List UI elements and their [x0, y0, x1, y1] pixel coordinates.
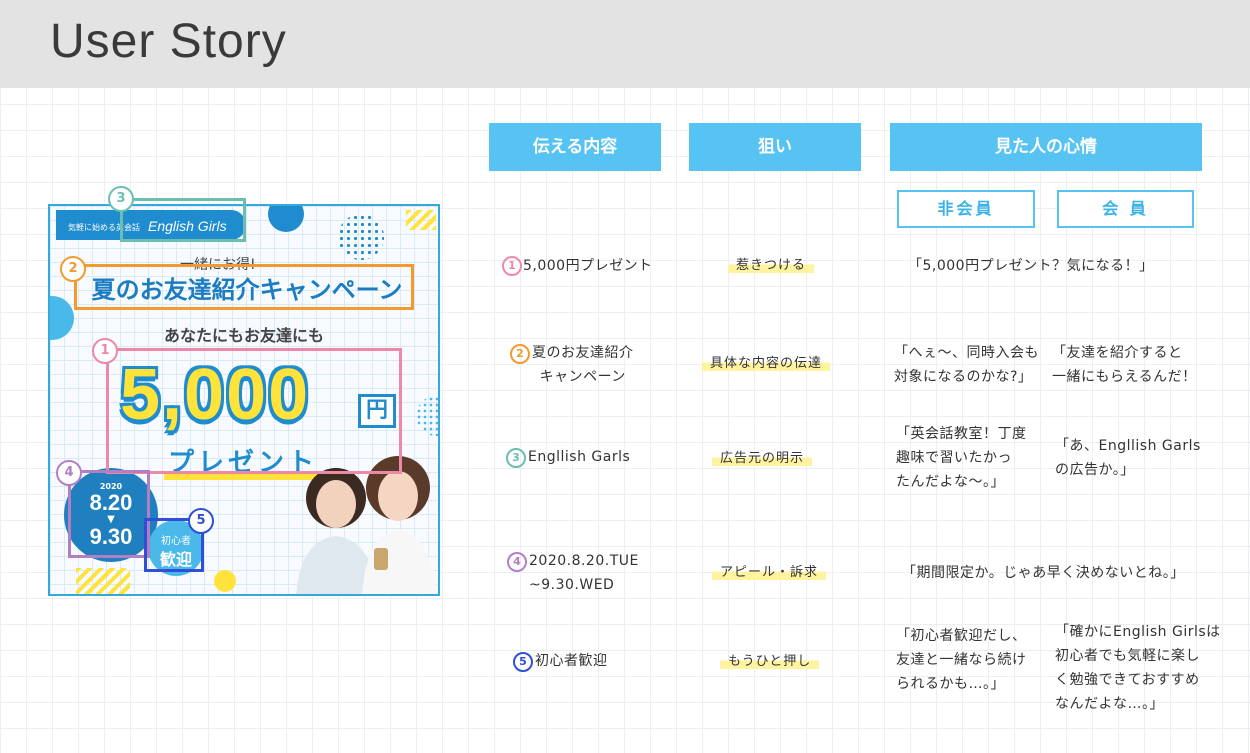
row-5-aim: もうひと押し [720, 650, 820, 669]
decor-stripes [406, 210, 436, 230]
row-3-non-member: 「英会話教室！丁度 趣味で習いたかっ たんだよな〜。」 [896, 426, 1027, 490]
row-number-2: 2 [510, 344, 530, 364]
page-title: User Story [50, 15, 287, 68]
banner-subtitle: あなたにもお友達にも [164, 326, 325, 345]
decor-circle [416, 396, 438, 436]
row-number-5: 5 [513, 652, 533, 672]
row-2-member: 「友達を紹介すると 一緒にもらえるんだ！ [1052, 345, 1197, 385]
row-5-content: 初心者歓迎 [535, 653, 608, 669]
header-feeling: 見た人の心情 [890, 123, 1202, 171]
row-3-member: 「あ、Engllish Garls の広告か。」 [1055, 438, 1201, 478]
callout-number-5: 5 [188, 508, 214, 534]
callout-number-1: 1 [92, 338, 118, 364]
row-4-aim: アピール・訴求 [712, 561, 827, 580]
row-2-aim: 具体な内容の伝達 [702, 352, 831, 371]
callout-number-4: 4 [56, 460, 82, 486]
decor-dotted-circle [338, 214, 384, 260]
decor-circle [268, 206, 304, 232]
callout-number-3: 3 [108, 186, 134, 212]
callout-number-2: 2 [60, 256, 86, 282]
header-content: 伝える内容 [489, 123, 661, 171]
header-aim: 狙い [689, 123, 861, 171]
row-5-member: 「確かにEnglish Girlsは 初心者でも気軽に楽し く勉強できておすすめ… [1055, 624, 1221, 712]
row-3-content: Engllish Garls [528, 449, 631, 465]
decor-stripes [76, 568, 130, 594]
row-4-feeling: 「期間限定か。じゃあ早く決めないとね。」 [902, 565, 1185, 581]
decor-circle [50, 296, 74, 340]
subheader-member: 会 員 [1057, 190, 1194, 228]
decor-circle [214, 570, 236, 592]
row-1-aim: 惹きつける [728, 254, 815, 273]
subheader-non-member: 非会員 [897, 190, 1035, 228]
callout-box-2 [74, 264, 414, 310]
row-2-content: 夏のお友達紹介 キャンペーン [532, 345, 634, 385]
row-1-content: 5,000円プレゼント [523, 258, 653, 274]
row-4-content: 2020.8.20.TUE ~9.30.WED [529, 553, 639, 593]
callout-box-1 [106, 348, 402, 474]
callout-box-4 [68, 470, 150, 558]
row-number-3: 3 [506, 448, 526, 468]
banner-photo [296, 456, 438, 594]
row-3-aim: 広告元の明示 [712, 447, 813, 466]
row-1-feeling: 「5,000円プレゼント？気になる！」 [908, 258, 1154, 274]
row-2-non-member: 「へぇ〜、同時入会も 対象になるのかな?」 [894, 345, 1039, 385]
callout-box-3 [120, 198, 246, 242]
row-number-1: 1 [502, 256, 522, 276]
row-number-4: 4 [507, 552, 527, 572]
row-5-non-member: 「初心者歓迎だし、 友達と一緒なら続け られるかも…。」 [896, 628, 1027, 692]
